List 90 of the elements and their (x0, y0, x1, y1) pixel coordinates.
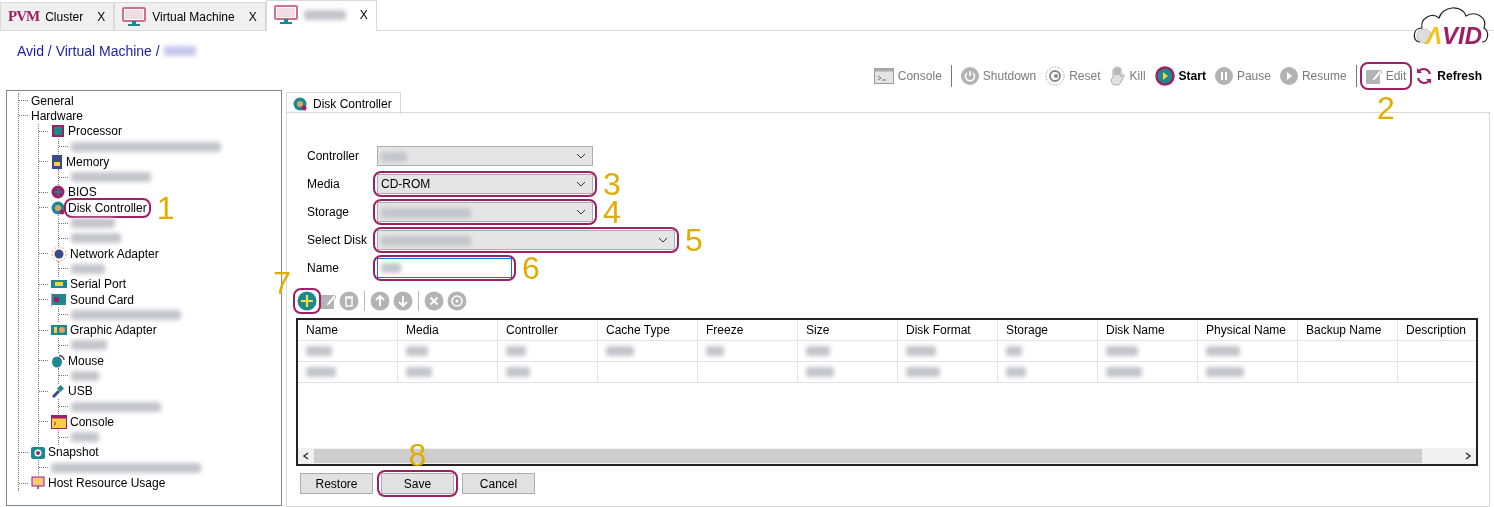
toolbar-button[interactable]: Start (1152, 65, 1208, 87)
form-button[interactable]: Save (381, 473, 454, 494)
callout-number: 5 (685, 224, 703, 256)
chevron-down-icon (658, 237, 668, 243)
app-logo: PVM (8, 8, 40, 25)
tree-item[interactable]: Serial Port (70, 277, 127, 292)
memory-card-icon (51, 154, 63, 169)
tree-item[interactable]: BIOS (68, 185, 97, 200)
console-icon (873, 68, 894, 84)
column-header[interactable]: Cache Type (598, 320, 698, 341)
play-icon (1154, 66, 1175, 86)
tree-item[interactable]: Memory (66, 154, 110, 169)
field-label: Storage (307, 205, 351, 219)
logo-text: VID (1442, 22, 1483, 50)
column-header[interactable]: Controller (498, 320, 598, 341)
field-label: Controller (307, 149, 361, 163)
tree-item[interactable]: Processor (68, 124, 123, 139)
tab-label: Cluster (45, 9, 84, 24)
form-button[interactable]: Cancel (462, 473, 535, 494)
field-label: Select Disk (307, 233, 369, 247)
circuit-icon (51, 185, 65, 200)
tree-item[interactable]: Graphic Adapter (70, 323, 157, 338)
window-tab[interactable]: Virtual Machine X (114, 2, 266, 30)
remove-icon (424, 291, 444, 311)
chip-icon (51, 124, 65, 139)
edit-icon (320, 293, 336, 309)
disc-icon (447, 291, 467, 311)
dropdown[interactable]: CD-ROM (377, 174, 593, 194)
refresh-icon (1415, 67, 1434, 85)
column-header[interactable]: Size (798, 320, 898, 341)
tab-label: Virtual Machine (152, 9, 235, 24)
tree-item[interactable]: Snapshot (48, 445, 99, 460)
chevron-down-icon (576, 209, 586, 215)
monitor-icon (273, 4, 298, 25)
callout-number: 8 (408, 439, 427, 471)
column-header[interactable]: Physical Name (1198, 320, 1298, 341)
port-icon (51, 279, 67, 290)
form-button[interactable]: Restore (300, 473, 373, 494)
column-header[interactable]: Disk Format (898, 320, 998, 341)
field-label: Media (307, 177, 341, 191)
monitor-icon (122, 6, 147, 27)
tree-item[interactable]: General (31, 93, 74, 108)
callout-number: 1 (156, 191, 175, 224)
tree-item[interactable]: Hardware (31, 108, 84, 123)
close-button[interactable]: X (248, 9, 257, 24)
window-tab[interactable]: X (265, 0, 377, 31)
tree-item[interactable]: USB (68, 384, 93, 399)
toolbar-button[interactable]: Refresh (1413, 65, 1484, 87)
graphics-card-icon (51, 324, 67, 337)
edit-icon (1365, 68, 1382, 84)
play-icon (1279, 67, 1298, 85)
close-button[interactable]: X (359, 7, 368, 22)
chevron-down-icon (576, 153, 586, 159)
panel-tab[interactable]: Disk Controller (286, 92, 401, 114)
column-header[interactable]: Disk Name (1098, 320, 1198, 341)
tree-item[interactable]: Host Resource Usage (48, 476, 166, 491)
tree-item[interactable]: Network Adapter (70, 246, 159, 261)
dropdown[interactable] (377, 146, 593, 166)
tree-item[interactable]: Mouse (68, 353, 105, 368)
pause-icon (1214, 67, 1233, 85)
breadcrumb[interactable]: Avid / Virtual Machine / (17, 43, 160, 59)
column-header[interactable]: Media (398, 320, 498, 341)
close-button[interactable]: X (97, 9, 106, 24)
network-icon (51, 245, 67, 262)
callout-number: 7 (273, 266, 291, 299)
window-tab[interactable]: PVM Cluster X (0, 2, 115, 30)
logo-accent: Λ (1426, 22, 1442, 50)
callout-number: 2 (1377, 92, 1395, 124)
usb-plug-icon (51, 384, 65, 399)
trash-icon (339, 291, 359, 311)
dropdown-value: CD-ROM (381, 177, 431, 191)
field-label: Name (307, 261, 340, 275)
tree-item[interactable]: Disk Controller (68, 200, 147, 215)
console-window-icon (51, 414, 67, 429)
tree-item[interactable]: Sound Card (70, 292, 135, 307)
reset-icon (1045, 66, 1066, 86)
chevron-down-icon (576, 181, 586, 187)
column-header[interactable]: Backup Name (1298, 320, 1398, 341)
camera-icon (31, 445, 45, 460)
column-header[interactable]: Name (298, 320, 398, 341)
sound-card-icon (51, 292, 67, 307)
column-header[interactable]: Storage (998, 320, 1098, 341)
column-header[interactable]: Description (1398, 320, 1476, 341)
callout-number: 6 (522, 252, 540, 284)
disc-icon (293, 96, 307, 111)
hand-icon (1109, 66, 1126, 86)
tree-item[interactable]: Console (70, 414, 115, 429)
mouse-icon (51, 353, 65, 368)
column-header[interactable]: Freeze (698, 320, 798, 341)
power-icon (960, 67, 979, 85)
